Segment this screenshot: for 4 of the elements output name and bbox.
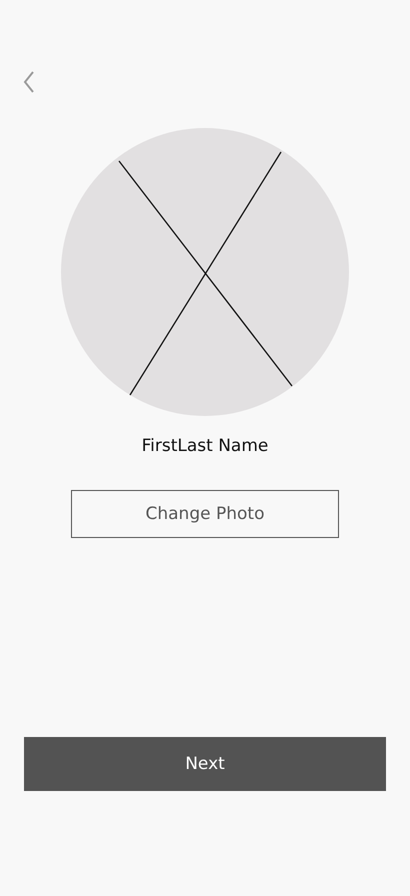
- back-icon[interactable]: [23, 71, 35, 93]
- profile-name: FirstLast Name: [142, 435, 268, 457]
- next-button[interactable]: Next: [24, 737, 386, 791]
- change-photo-button[interactable]: Change Photo: [71, 490, 339, 538]
